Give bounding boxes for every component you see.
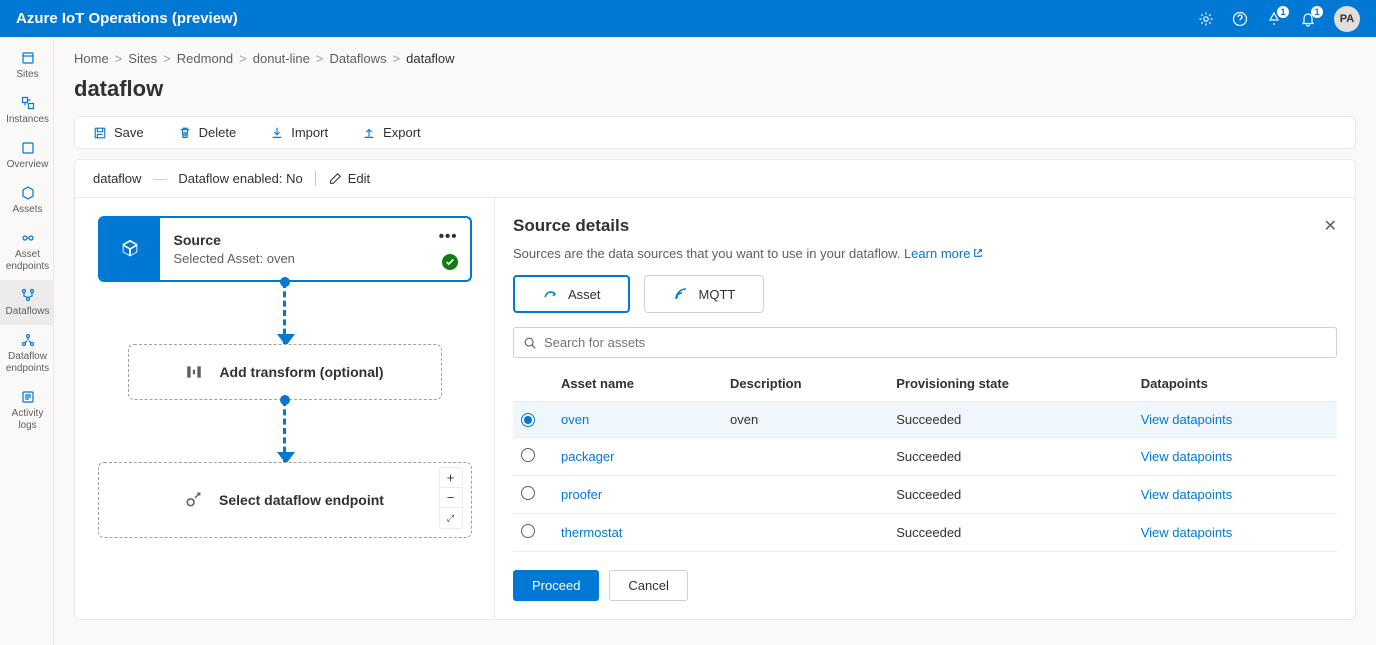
page-title: dataflow [74, 76, 1356, 102]
view-datapoints-link[interactable]: View datapoints [1133, 514, 1337, 552]
col-desc: Description [722, 366, 888, 402]
canvas: Source Selected Asset: oven ••• Add tran… [75, 198, 495, 619]
asset-desc [722, 476, 888, 514]
save-button[interactable]: Save [93, 125, 144, 140]
help-icon[interactable] [1232, 11, 1248, 27]
assets-table: Asset name Description Provisioning stat… [513, 366, 1337, 552]
mqtt-icon [673, 286, 689, 302]
breadcrumb-donut-line[interactable]: donut-line [253, 51, 310, 66]
zoom-in-button[interactable]: + [440, 468, 462, 488]
app-title: Azure IoT Operations (preview) [16, 10, 238, 27]
edit-button[interactable]: Edit [315, 171, 370, 186]
cancel-button[interactable]: Cancel [609, 570, 687, 601]
notifications-badge: 1 [1311, 6, 1323, 18]
notifications-icon[interactable]: 1 [1300, 11, 1316, 27]
breadcrumb-current: dataflow [406, 51, 454, 66]
details-title: Source details [513, 216, 629, 236]
breadcrumb-dataflows[interactable]: Dataflows [329, 51, 386, 66]
row-radio[interactable] [521, 486, 535, 500]
sidebar: Sites Instances Overview Assets Asset en… [0, 37, 54, 645]
col-dp: Datapoints [1133, 366, 1337, 402]
toolbar: Save Delete Import Export [74, 116, 1356, 149]
row-radio[interactable] [521, 524, 535, 538]
search-input[interactable] [513, 327, 1337, 358]
delete-button[interactable]: Delete [178, 125, 237, 140]
check-icon [442, 254, 458, 270]
dataflow-name: dataflow [93, 171, 141, 186]
col-name: Asset name [553, 366, 722, 402]
view-datapoints-link[interactable]: View datapoints [1133, 438, 1337, 476]
source-subtitle: Selected Asset: oven [174, 251, 456, 266]
learn-more-link[interactable]: Learn more [904, 246, 983, 261]
sidebar-item-activity-logs[interactable]: Activity logs [0, 382, 53, 439]
sidebar-item-instances[interactable]: Instances [0, 88, 53, 133]
sidebar-item-overview[interactable]: Overview [0, 133, 53, 178]
endpoint-icon [185, 491, 203, 509]
row-radio[interactable] [521, 413, 535, 427]
breadcrumb-home[interactable]: Home [74, 51, 109, 66]
avatar[interactable]: PA [1334, 6, 1360, 32]
table-row[interactable]: thermostat SucceededView datapoints [513, 514, 1337, 552]
settings-icon[interactable] [1198, 11, 1214, 27]
transform-icon [185, 363, 203, 381]
feedback-badge: 1 [1277, 6, 1289, 18]
asset-desc: oven [722, 402, 888, 438]
asset-name-link[interactable]: oven [553, 402, 722, 438]
view-datapoints-link[interactable]: View datapoints [1133, 402, 1337, 438]
more-icon[interactable]: ••• [439, 228, 458, 245]
asset-icon [542, 286, 558, 302]
search-icon [523, 336, 537, 350]
add-transform-node[interactable]: Add transform (optional) [128, 344, 442, 400]
asset-desc [722, 438, 888, 476]
select-endpoint-node[interactable]: Select dataflow endpoint + − ⤢ [98, 462, 472, 538]
dataflow-enabled: Dataflow enabled: No [178, 171, 302, 186]
source-node[interactable]: Source Selected Asset: oven ••• [98, 216, 472, 282]
source-title: Source [174, 232, 456, 248]
sidebar-item-dataflows[interactable]: Dataflows [0, 280, 53, 325]
row-radio[interactable] [521, 448, 535, 462]
sidebar-item-assets[interactable]: Assets [0, 178, 53, 223]
cube-icon [119, 238, 141, 260]
asset-state: Succeeded [888, 438, 1132, 476]
import-button[interactable]: Import [270, 125, 328, 140]
zoom-out-button[interactable]: − [440, 488, 462, 508]
asset-state: Succeeded [888, 514, 1132, 552]
asset-name-link[interactable]: thermostat [553, 514, 722, 552]
asset-state: Succeeded [888, 402, 1132, 438]
zoom-fit-button[interactable]: ⤢ [440, 508, 462, 528]
sidebar-item-dataflow-endpoints[interactable]: Dataflow endpoints [0, 325, 53, 382]
table-row[interactable]: ovenovenSucceededView datapoints [513, 402, 1337, 438]
feedback-icon[interactable]: 1 [1266, 11, 1282, 27]
proceed-button[interactable]: Proceed [513, 570, 599, 601]
topbar: Azure IoT Operations (preview) 1 1 PA [0, 0, 1376, 37]
asset-state: Succeeded [888, 476, 1132, 514]
close-icon[interactable]: ✕ [1324, 216, 1337, 236]
tab-asset[interactable]: Asset [513, 275, 630, 313]
asset-desc [722, 514, 888, 552]
table-row[interactable]: proofer SucceededView datapoints [513, 476, 1337, 514]
breadcrumb-redmond[interactable]: Redmond [177, 51, 233, 66]
details-panel: Source details ✕ Sources are the data so… [495, 198, 1355, 619]
status-bar: dataflow — Dataflow enabled: No Edit [75, 160, 1355, 198]
sidebar-item-asset-endpoints[interactable]: Asset endpoints [0, 223, 53, 280]
asset-name-link[interactable]: proofer [553, 476, 722, 514]
breadcrumb-sites[interactable]: Sites [128, 51, 157, 66]
tab-mqtt[interactable]: MQTT [644, 275, 765, 313]
export-button[interactable]: Export [362, 125, 421, 140]
details-description: Sources are the data sources that you wa… [513, 246, 1337, 261]
sidebar-item-sites[interactable]: Sites [0, 43, 53, 88]
col-state: Provisioning state [888, 366, 1132, 402]
table-row[interactable]: packager SucceededView datapoints [513, 438, 1337, 476]
breadcrumb: Home> Sites> Redmond> donut-line> Datafl… [74, 37, 1356, 74]
view-datapoints-link[interactable]: View datapoints [1133, 476, 1337, 514]
asset-name-link[interactable]: packager [553, 438, 722, 476]
